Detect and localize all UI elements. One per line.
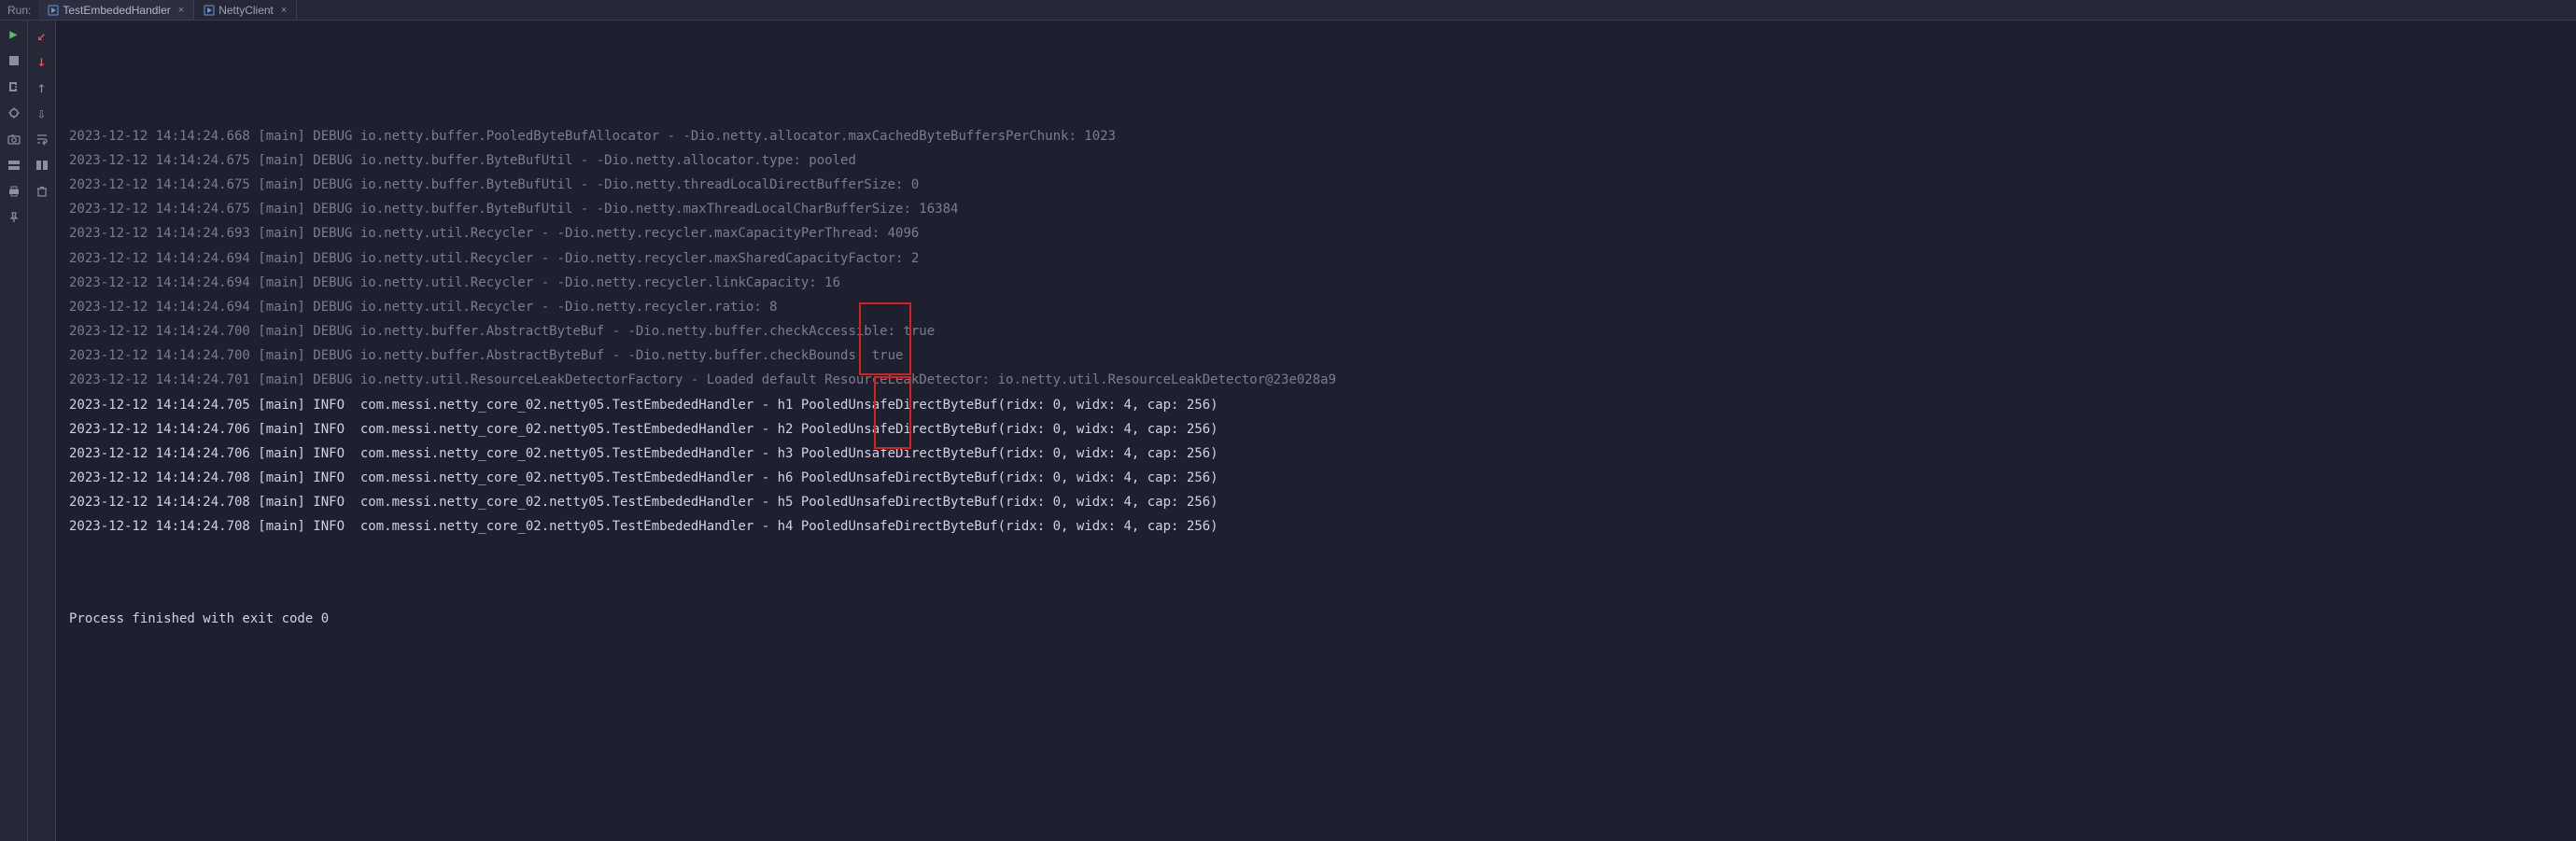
exit-icon[interactable]	[6, 78, 22, 95]
log-line: 2023-12-12 14:14:24.708 [main] INFO com.…	[69, 514, 2563, 539]
wrap-icon[interactable]	[34, 131, 50, 147]
log-line: 2023-12-12 14:14:24.694 [main] DEBUG io.…	[69, 246, 2563, 271]
run-tab-0[interactable]: TestEmbededHandler ×	[38, 0, 194, 20]
rerun-button[interactable]: ▶	[6, 26, 22, 43]
run-config-icon	[48, 5, 59, 16]
pin-icon[interactable]	[6, 209, 22, 226]
run-config-icon	[204, 5, 215, 16]
close-icon[interactable]: ×	[175, 5, 184, 16]
log-line: 2023-12-12 14:14:24.700 [main] DEBUG io.…	[69, 319, 2563, 343]
exit-status: Process finished with exit code 0	[69, 607, 2563, 631]
log-line: 2023-12-12 14:14:24.694 [main] DEBUG io.…	[69, 271, 2563, 295]
log-line: 2023-12-12 14:14:24.675 [main] DEBUG io.…	[69, 148, 2563, 173]
log-line: 2023-12-12 14:14:24.668 [main] DEBUG io.…	[69, 124, 2563, 148]
log-line: 2023-12-12 14:14:24.706 [main] INFO com.…	[69, 417, 2563, 442]
scroll-down-icon[interactable]: ⇩	[34, 105, 50, 121]
log-line: 2023-12-12 14:14:24.693 [main] DEBUG io.…	[69, 221, 2563, 245]
log-line: 2023-12-12 14:14:24.675 [main] DEBUG io.…	[69, 197, 2563, 221]
log-line: 2023-12-12 14:14:24.701 [main] DEBUG io.…	[69, 368, 2563, 392]
run-label: Run:	[0, 4, 38, 17]
print-icon[interactable]	[6, 183, 22, 200]
arrow-down-icon[interactable]: ↓	[34, 52, 50, 69]
trash-icon[interactable]	[34, 183, 50, 200]
run-tab-1[interactable]: NettyClient×	[194, 0, 297, 20]
console-output[interactable]: 2023-12-12 14:14:24.668 [main] DEBUG io.…	[56, 21, 2576, 841]
log-line: 2023-12-12 14:14:24.675 [main] DEBUG io.…	[69, 173, 2563, 197]
log-line: 2023-12-12 14:14:24.705 [main] INFO com.…	[69, 393, 2563, 417]
gutter-actions: ▶	[0, 21, 28, 841]
tabs: TestEmbededHandler×NettyClient×	[38, 0, 297, 20]
log-line: 2023-12-12 14:14:24.708 [main] INFO com.…	[69, 466, 2563, 490]
log-line: 2023-12-12 14:14:24.694 [main] DEBUG io.…	[69, 295, 2563, 319]
close-icon[interactable]: ×	[277, 5, 287, 16]
bug-icon[interactable]	[6, 105, 22, 121]
log-line: 2023-12-12 14:14:24.700 [main] DEBUG io.…	[69, 343, 2563, 368]
top-bar: Run: TestEmbededHandler×NettyClient×	[0, 0, 2576, 21]
tab-label: NettyClient	[218, 4, 274, 17]
arrow-actions: ↙ ↓ ↑ ⇩	[28, 21, 56, 841]
layout-toggle-icon[interactable]	[34, 157, 50, 174]
log-line: 2023-12-12 14:14:24.706 [main] INFO com.…	[69, 442, 2563, 466]
content-wrap: ▶ ↙ ↓ ↑ ⇩	[0, 21, 2576, 841]
camera-icon[interactable]	[6, 131, 22, 147]
layout-icon[interactable]	[6, 157, 22, 174]
log-line: 2023-12-12 14:14:24.708 [main] INFO com.…	[69, 490, 2563, 514]
stop-button[interactable]	[6, 52, 22, 69]
arrow-up-icon[interactable]: ↑	[34, 78, 50, 95]
modify-run-icon[interactable]: ↙	[34, 26, 50, 43]
tab-label: TestEmbededHandler	[63, 4, 170, 17]
